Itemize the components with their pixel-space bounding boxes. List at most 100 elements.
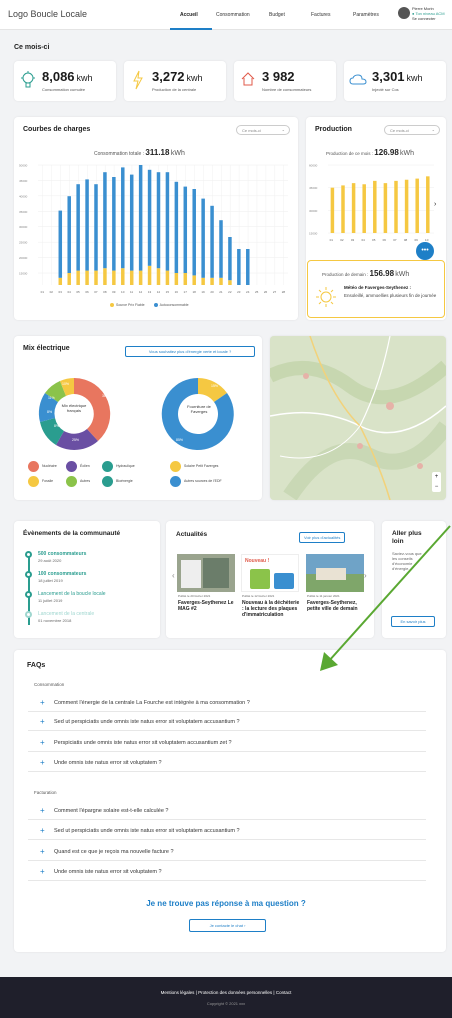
x-tick-label: 22 bbox=[228, 290, 232, 294]
x-tick-label: 06 bbox=[85, 290, 89, 294]
period-select[interactable]: Ce mois-ci ⌄ bbox=[236, 125, 290, 135]
x-tick-label: 17 bbox=[184, 290, 188, 294]
nav-accueil[interactable]: Accueil bbox=[180, 12, 198, 18]
mix-legend-0: Nucléaire bbox=[42, 464, 57, 468]
x-tick-label: 20 bbox=[210, 290, 214, 294]
bar-source bbox=[85, 270, 89, 285]
faq-group-facturation: Facturation bbox=[34, 790, 57, 795]
timeline-dot bbox=[25, 611, 32, 618]
x-tick-label: 11 bbox=[130, 290, 133, 294]
bar-source bbox=[201, 277, 205, 285]
bar-source bbox=[174, 273, 179, 285]
donut2-center: Fourniture de Faverges bbox=[187, 404, 211, 414]
production-period-select[interactable]: Ce mois-ci ⌄ bbox=[384, 125, 440, 135]
faq-question[interactable]: + Sed ut perspiciatis unde omnis iste nat… bbox=[28, 713, 426, 731]
news-image-0[interactable] bbox=[177, 554, 235, 592]
faq-title: FAQs bbox=[27, 662, 46, 669]
map-zoom-controls[interactable]: + − bbox=[432, 472, 441, 492]
bar-autoconso bbox=[121, 167, 125, 269]
chart-next-arrow[interactable]: › bbox=[434, 201, 436, 208]
footer-copyright: Copyright © 2021 xxx bbox=[206, 1001, 246, 1006]
x-tick-label: 16 bbox=[175, 290, 179, 294]
nav-parametres[interactable]: Paramètres bbox=[353, 12, 379, 18]
green-energy-button[interactable]: Vous souhaitez plus d'énergie verte et l… bbox=[125, 346, 255, 357]
bar-production bbox=[362, 184, 366, 233]
map-canvas[interactable] bbox=[270, 336, 446, 500]
donut1-pct-3: 25% bbox=[72, 438, 80, 442]
contact-chat-button[interactable]: Je contacte le chat › bbox=[189, 919, 266, 932]
news-title-0[interactable]: Faverges-Seythenez Le MAG #2 bbox=[178, 600, 234, 612]
load-curves-title: Courbes de charges bbox=[23, 126, 91, 133]
faq-question[interactable]: + Comment l'épargne solaire est-t-elle ca… bbox=[28, 802, 426, 820]
nuclear-icon bbox=[28, 461, 39, 472]
x-tick-label: 02 bbox=[50, 290, 54, 294]
nav-budget[interactable]: Budget bbox=[269, 12, 285, 18]
nav-factures[interactable]: Factures bbox=[311, 12, 330, 18]
mix-legend-3: Fossile bbox=[42, 479, 54, 483]
x-tick-label: 02 bbox=[340, 238, 344, 242]
x-tick-label: 21 bbox=[219, 290, 223, 294]
bio-icon bbox=[102, 476, 113, 487]
mix-legend-1: Éolien bbox=[80, 464, 90, 468]
user-sub: Se connecter bbox=[412, 16, 436, 21]
y-tick-label: 30000 bbox=[309, 209, 318, 213]
chat-bubble-icon[interactable]: ••• bbox=[416, 242, 434, 260]
chart1-legend: Source Prix Fiable Autoconsommable bbox=[110, 303, 189, 308]
kpi-value: 3,272 kwh bbox=[152, 69, 203, 84]
weather-title: Météo de Faverges-Seythenez : bbox=[344, 285, 412, 290]
app-logo[interactable]: Logo Boucle Locale bbox=[8, 9, 87, 19]
bar-source bbox=[183, 273, 188, 285]
nav-consommation[interactable]: Consommation bbox=[216, 12, 250, 18]
event-date-2: 11 juillet 2019 bbox=[38, 598, 63, 603]
mix-legend-4: Autres bbox=[80, 479, 91, 483]
faq-question[interactable]: + Sed ut perspiciatis unde omnis iste nat… bbox=[28, 822, 426, 840]
faq-question[interactable]: + Quand est ce que je reçois ma nouvelle … bbox=[28, 843, 426, 861]
kpi-label: Production de la centrale bbox=[152, 87, 197, 92]
cloud-icon bbox=[349, 74, 367, 85]
x-tick-label: 04 bbox=[67, 290, 71, 294]
news-title-1[interactable]: Nouveau à la déchèterie : la lecture des… bbox=[242, 600, 300, 618]
x-tick-label: 26 bbox=[264, 290, 268, 294]
faq-question[interactable]: + Perspiciatis unde omnis iste natus erro… bbox=[28, 734, 426, 752]
plus-icon: + bbox=[40, 806, 45, 815]
event-date-3: 01 novembre 2018 bbox=[38, 618, 72, 623]
faq-question[interactable]: + Unde omnis iste natus error sit volupta… bbox=[28, 754, 426, 772]
y-tick-label: 45000 bbox=[19, 179, 28, 183]
donut1-pct-5: 8% bbox=[54, 424, 60, 428]
events-card: Évènements de la communauté 500 consomma… bbox=[14, 521, 160, 638]
timeline-dot bbox=[25, 551, 32, 558]
plus-icon: + bbox=[40, 758, 45, 767]
x-tick-label: 03 bbox=[351, 238, 355, 242]
user-block[interactable]: Pierre Morin ● Ton niveau ACM Se connect… bbox=[412, 6, 445, 21]
map[interactable]: + − bbox=[270, 336, 446, 500]
bar-autoconso bbox=[156, 172, 161, 269]
timeline-dot bbox=[25, 571, 32, 578]
footer-links[interactable]: Mentions légales | Protection des donnée… bbox=[0, 990, 452, 995]
x-tick-label: 12 bbox=[139, 290, 143, 294]
avatar[interactable] bbox=[398, 7, 410, 19]
news-title: Actualités bbox=[176, 531, 208, 538]
event-date-0: 29 août 2020 bbox=[38, 558, 62, 563]
faq-question[interactable]: + Unde omnis iste natus error sit volupta… bbox=[28, 863, 426, 881]
y-tick-label: 30000 bbox=[19, 225, 28, 229]
production-title: Production bbox=[315, 126, 352, 133]
kpi-value: 3 982 bbox=[262, 69, 295, 84]
bar-source bbox=[228, 280, 232, 285]
news-image-1[interactable]: Nouveau ! bbox=[241, 554, 299, 592]
bar-source bbox=[129, 270, 134, 285]
bar-autoconso bbox=[94, 184, 98, 271]
events-title: Évènements de la communauté bbox=[23, 530, 121, 537]
kpi-value: 3,301 kwh bbox=[372, 69, 423, 84]
news-prev-arrow[interactable]: ‹ bbox=[172, 571, 175, 580]
bar-autoconso bbox=[129, 174, 134, 271]
faq-question[interactable]: + Comment l'énergie de la centrale La Fou… bbox=[28, 694, 426, 712]
edf-icon bbox=[170, 476, 181, 487]
mix-donut-france bbox=[38, 377, 111, 450]
x-tick-label: 07 bbox=[94, 290, 98, 294]
mix-legend-2: Hydraulique bbox=[116, 464, 135, 468]
bar-production bbox=[330, 187, 335, 233]
kpi-card-consumption: 8,086 kwh Consommation cumulée bbox=[14, 61, 116, 101]
no-answer-text: Je ne trouve pas réponse à ma question ? bbox=[146, 899, 306, 908]
x-tick-label: 13 bbox=[148, 290, 152, 294]
event-title-0: 500 consommateurs bbox=[38, 551, 87, 557]
